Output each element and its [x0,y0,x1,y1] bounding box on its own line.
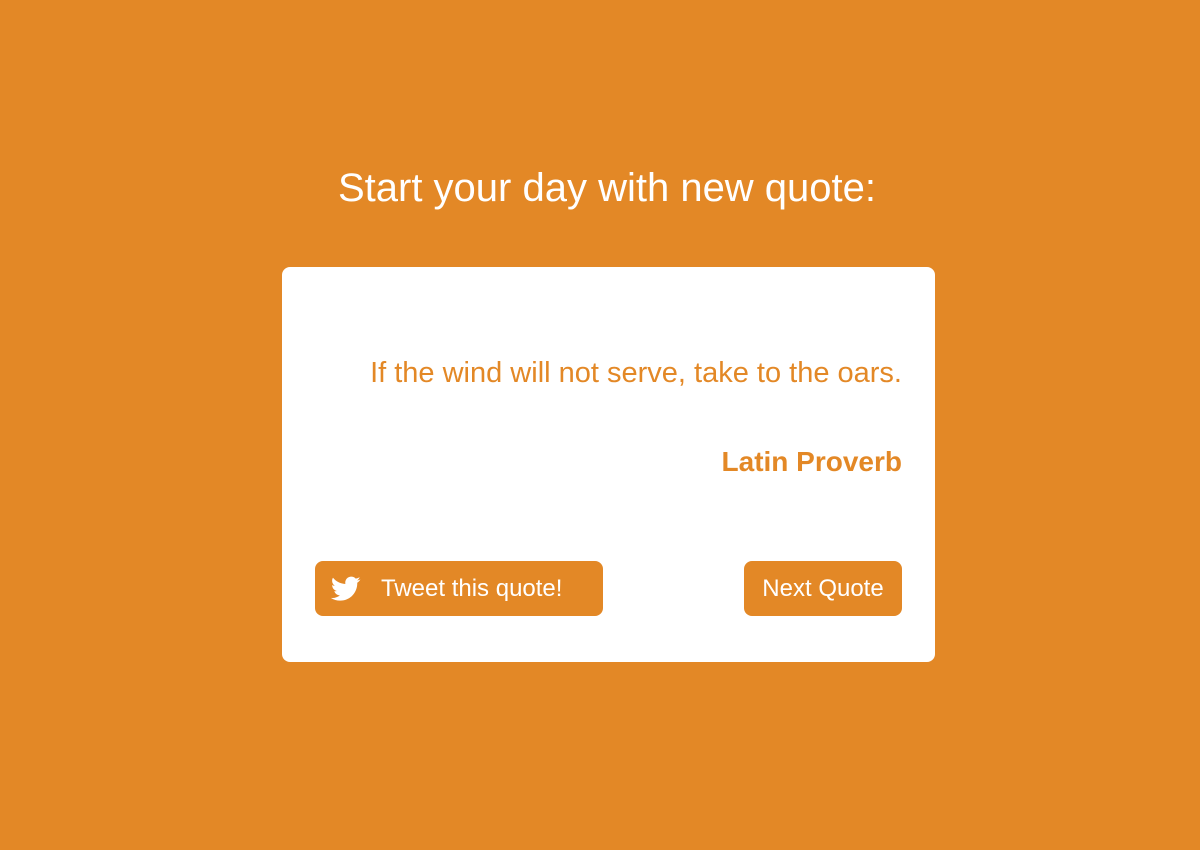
page-title: Start your day with new quote: [337,166,877,210]
quote-card: If the wind will not serve, take to the … [282,267,935,662]
next-quote-button[interactable]: Next Quote [744,561,902,616]
quote-text: If the wind will not serve, take to the … [370,357,902,389]
twitter-bird-icon [331,576,361,602]
tweet-button-label: Tweet this quote! [381,574,563,602]
quote-author: Latin Proverb [721,446,902,477]
tweet-quote-button[interactable]: Tweet this quote! [315,561,603,616]
